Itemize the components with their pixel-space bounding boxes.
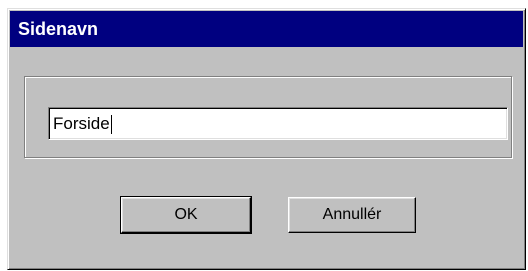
page-name-value: Forside [53,114,110,133]
title-bar[interactable]: Sidenavn [10,11,523,47]
ok-button[interactable]: OK [120,196,252,234]
page-name-input[interactable]: Forside [48,107,508,140]
cancel-button[interactable]: Annullér [288,197,416,233]
text-caret [110,115,112,135]
dialog-title: Sidenavn [18,19,99,39]
